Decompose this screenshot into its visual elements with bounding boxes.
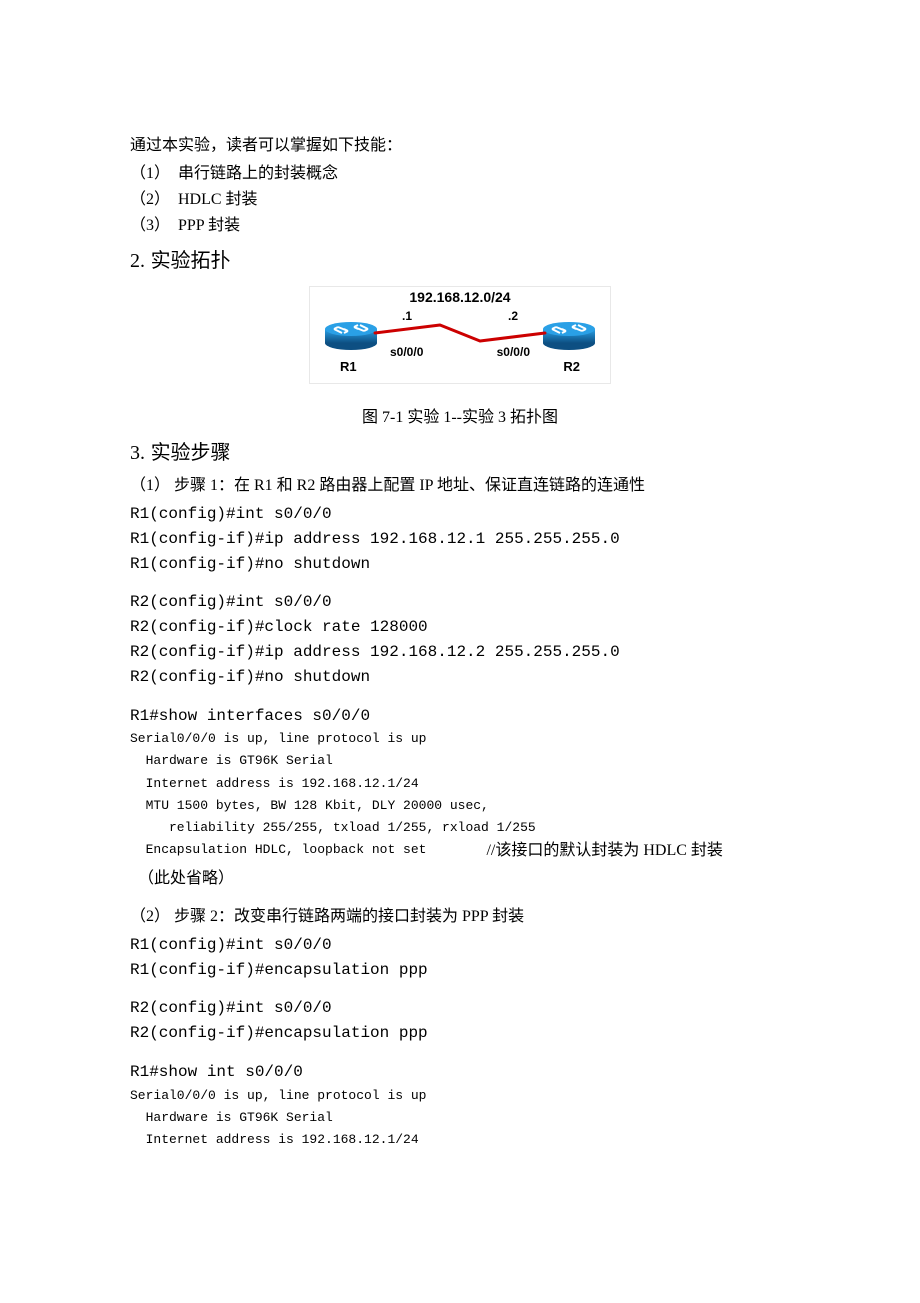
port-label-1: s0/0/0 <box>390 343 423 361</box>
code-r2-ppp: R2(config)#int s0/0/0 R2(config-if)#enca… <box>130 996 790 1046</box>
skill-num: （2） <box>130 188 178 212</box>
encap-comment: //该接口的默认封装为 HDLC 封装 <box>486 839 722 863</box>
section-topology: 2. 实验拓扑 <box>130 246 790 276</box>
code-r2-config: R2(config)#int s0/0/0 R2(config-if)#cloc… <box>130 590 790 689</box>
section-num: 2. <box>130 250 145 272</box>
section-title: 实验拓扑 <box>151 250 231 272</box>
skill-text: HDLC 封装 <box>178 191 258 208</box>
skill-num: （3） <box>130 214 178 238</box>
encap-text: Encapsulation HDLC, loopback not set <box>130 839 426 863</box>
code-r1-ppp: R1(config)#int s0/0/0 R1(config-if)#enca… <box>130 933 790 983</box>
skill-item: （2）HDLC 封装 <box>130 188 790 212</box>
section-steps: 3. 实验步骤 <box>130 438 790 468</box>
port-label-2: s0/0/0 <box>497 343 530 361</box>
code-r1-show-cmd: R1#show interfaces s0/0/0 <box>130 704 790 729</box>
topology-figure: 192.168.12.0/24 <box>130 286 790 392</box>
skill-text: PPP 封装 <box>178 217 240 234</box>
step-2: （2） 步骤 2：改变串行链路两端的接口封装为 PPP 封装 <box>130 905 790 929</box>
topology-diagram: 192.168.12.0/24 <box>309 286 611 384</box>
serial-link-icon <box>370 321 550 345</box>
section-title: 实验步骤 <box>151 442 231 464</box>
figure-caption: 图 7-1 实验 1--实验 3 拓扑图 <box>130 406 790 430</box>
host-addr-1: .1 <box>402 307 412 325</box>
omitted-text: （此处省略） <box>138 867 790 891</box>
intro-text: 通过本实验，读者可以掌握如下技能： <box>130 134 790 158</box>
step-1: （1） 步骤 1：在 R1 和 R2 路由器上配置 IP 地址、保证直连链路的连… <box>130 474 790 498</box>
code-r1-show-output: Serial0/0/0 is up, line protocol is up H… <box>130 728 790 838</box>
section-num: 3. <box>130 442 145 464</box>
skill-item: （3）PPP 封装 <box>130 214 790 238</box>
network-label: 192.168.12.0/24 <box>409 287 510 308</box>
router-r1-label: R1 <box>340 357 357 377</box>
skill-text: 串行链路上的封装概念 <box>178 165 338 182</box>
code-r1-show2-output: Serial0/0/0 is up, line protocol is up H… <box>130 1085 790 1151</box>
router-r2-label: R2 <box>563 357 580 377</box>
host-addr-2: .2 <box>508 307 518 325</box>
skill-item: （1）串行链路上的封装概念 <box>130 162 790 186</box>
skill-num: （1） <box>130 162 178 186</box>
encap-line: Encapsulation HDLC, loopback not set //该… <box>130 839 790 863</box>
code-r1-config: R1(config)#int s0/0/0 R1(config-if)#ip a… <box>130 502 790 576</box>
code-r1-show2-cmd: R1#show int s0/0/0 <box>130 1060 790 1085</box>
router-r2-icon <box>542 315 596 351</box>
